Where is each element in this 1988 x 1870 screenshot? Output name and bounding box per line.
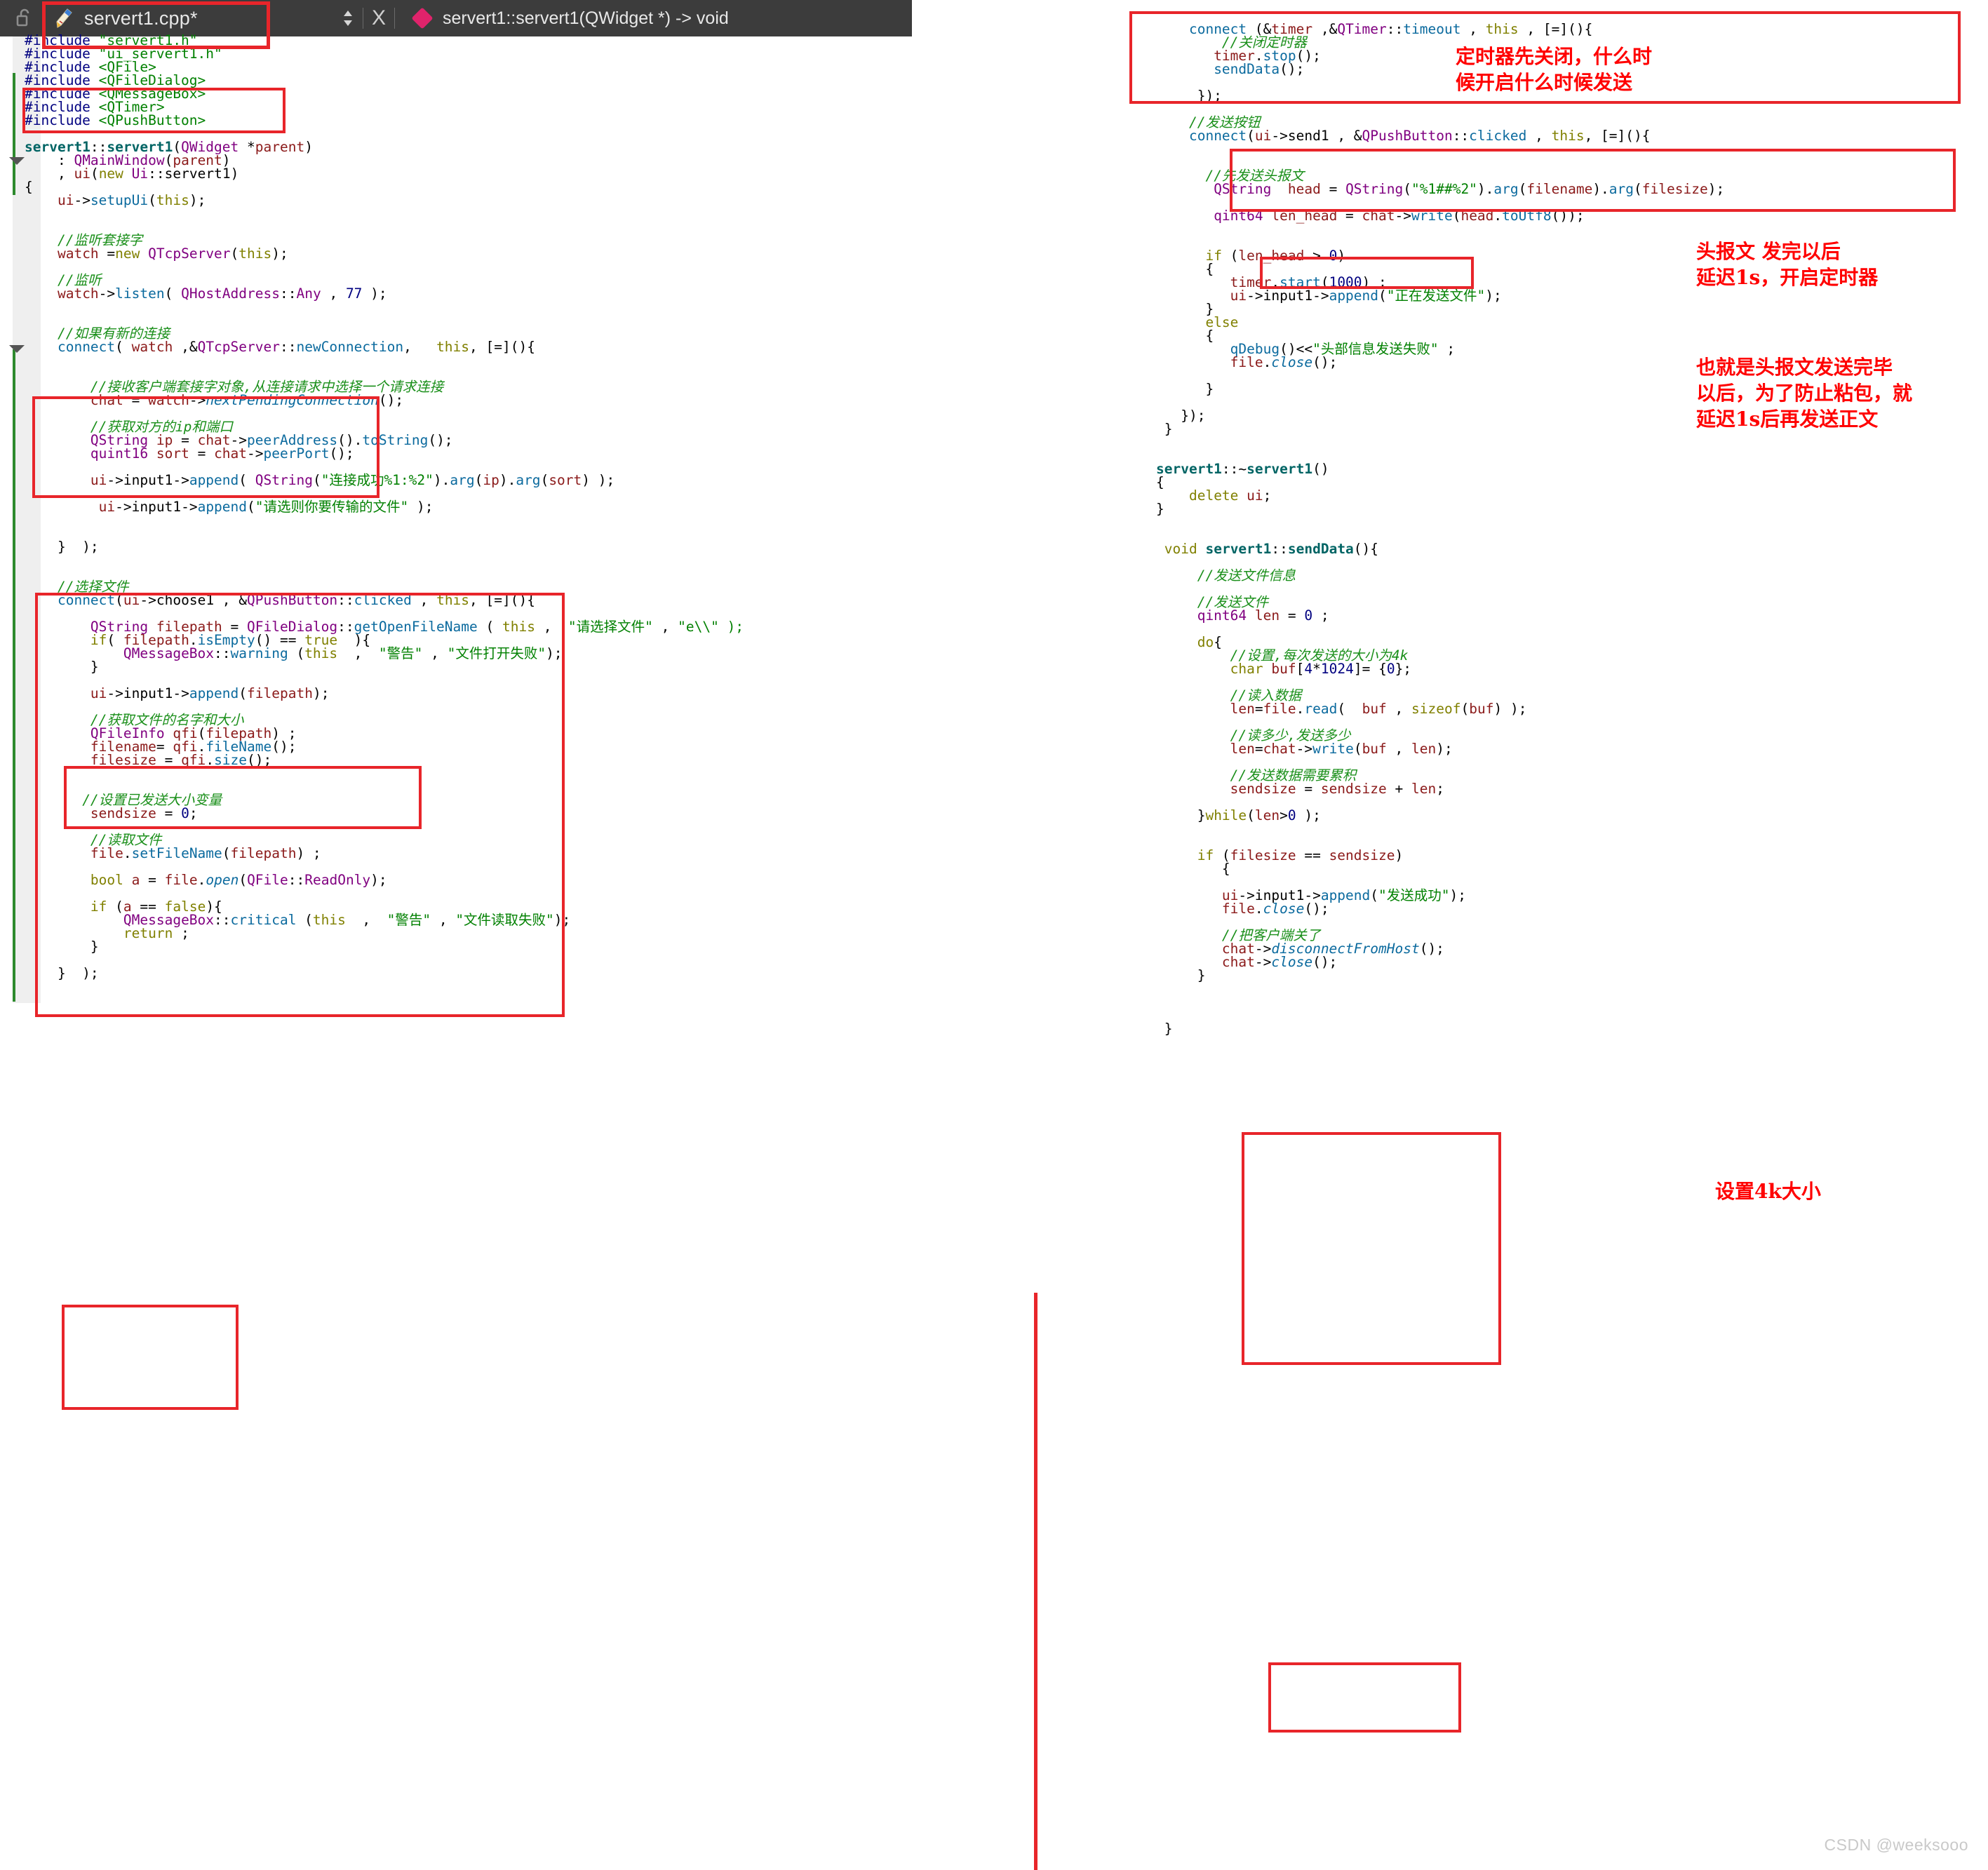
current-symbol-label: servert1::servert1(QWidget *) -> void <box>443 8 729 29</box>
annotation-note-stick: 也就是头报文发送完毕 以后，为了防止粘包，就 延迟1s后再发送正文 <box>1696 354 1912 432</box>
titlebar-controls: X servert1::servert1(QWidget *) -> void <box>342 0 729 36</box>
annotation-box-do-while <box>1242 1132 1501 1365</box>
divider <box>394 8 395 29</box>
fold-arrow-icon[interactable] <box>9 157 25 165</box>
up-down-arrows-icon[interactable] <box>342 8 354 29</box>
annotation-box-listen <box>32 396 380 498</box>
annotation-note-4k: 设置4k大小 <box>1715 1178 1821 1204</box>
modified-line-marker <box>13 73 15 195</box>
annotation-note-head: 头报文 发完以后 延迟1s，开启定时器 <box>1696 238 1878 290</box>
annotation-box-peerinfo <box>64 766 422 829</box>
csdn-watermark: CSDN @weeksooo <box>1825 1836 1968 1855</box>
annotation-box-close-client <box>1268 1662 1461 1733</box>
column-divider-line <box>1034 1293 1037 1870</box>
fold-arrow-icon[interactable] <box>9 345 25 353</box>
close-icon[interactable]: X <box>372 8 386 29</box>
modified-line-marker <box>13 349 15 1002</box>
annotation-box-file-tab <box>42 1 270 49</box>
pink-diamond-icon <box>411 7 433 29</box>
annotation-note-timer: 定时器先关闭，什么时 候开启什么时候发送 <box>1456 43 1652 95</box>
lock-open-icon[interactable] <box>15 8 34 27</box>
annotation-box-fileinfo <box>62 1305 239 1410</box>
annotation-box-timer-start <box>1260 257 1474 289</box>
annotation-box-head-packet <box>1230 149 1956 212</box>
annotation-box-includes <box>22 88 286 133</box>
